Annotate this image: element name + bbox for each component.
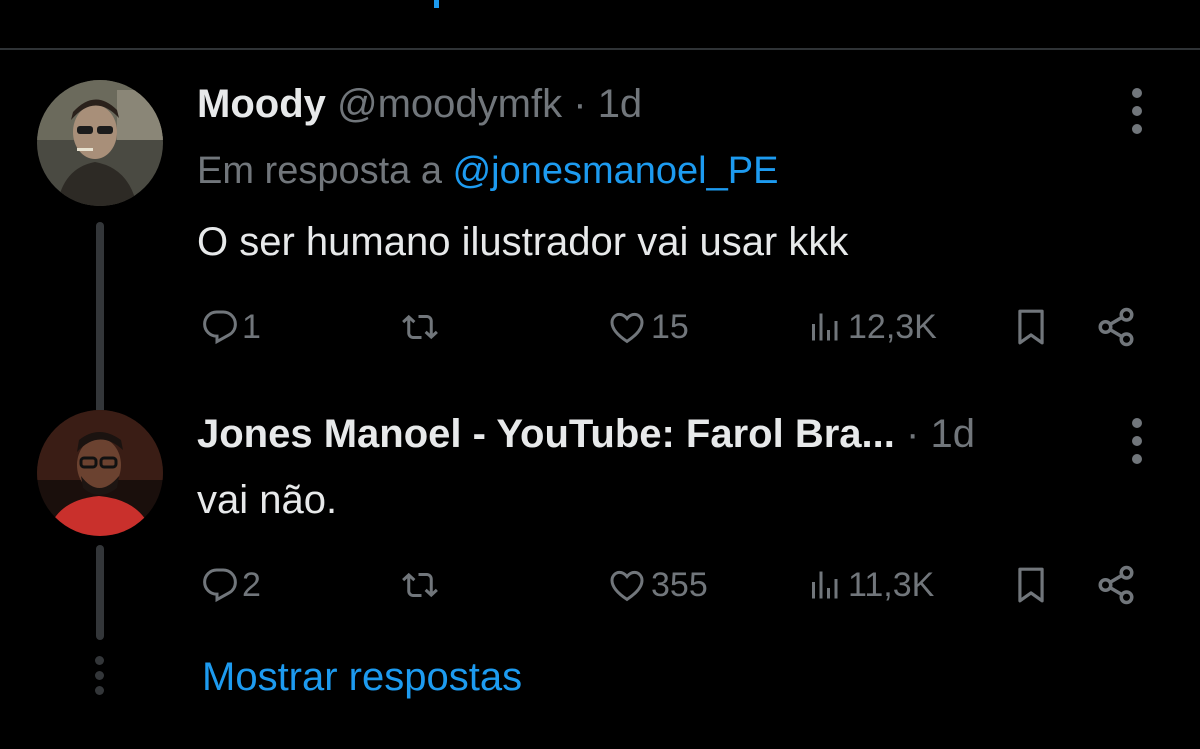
retweet-icon [402,572,438,598]
reply-count: 1 [242,307,261,346]
retweet-button[interactable] [400,560,440,610]
bookmark-icon [1018,309,1044,345]
timestamp[interactable]: 1d [598,82,643,126]
avatar[interactable] [37,410,163,536]
display-name[interactable]: Moody [197,82,326,126]
like-count: 15 [651,307,689,346]
heart-icon [610,570,644,602]
tweet-header: Moody @moodymfk · 1d [197,80,642,128]
avatar[interactable] [37,80,163,206]
user-handle[interactable]: @moodymfk [337,82,562,126]
share-icon [1098,307,1134,347]
action-bar: 2 355 11,3K [197,560,1147,610]
share-button[interactable] [1095,302,1137,352]
like-button[interactable]: 15 [607,302,689,352]
thread-line [96,545,104,640]
more-icon[interactable] [1129,88,1145,134]
views-button[interactable]: 12,3K [804,302,937,352]
bookmark-button[interactable] [1012,302,1050,352]
views-count: 11,3K [848,565,935,604]
reply-prefix: Em resposta a [197,150,442,192]
bookmark-icon [1018,567,1044,603]
reply-button[interactable]: 2 [202,560,261,610]
show-replies-link[interactable]: Mostrar respostas [202,652,522,702]
views-icon [812,571,838,599]
separator: · [906,412,920,456]
tweet-text: vai não. [197,478,338,522]
separator: · [573,82,587,126]
reply-icon [203,568,237,603]
bookmark-button[interactable] [1012,560,1050,610]
tweet-header: Jones Manoel - YouTube: Farol Bra... · 1… [197,410,975,458]
reply-icon [203,310,237,345]
reply-button[interactable]: 1 [202,302,261,352]
retweet-button[interactable] [400,302,440,352]
tweet-jones-manoel[interactable]: Jones Manoel - YouTube: Farol Bra... · 1… [0,390,1200,660]
share-icon [1098,565,1134,605]
share-button[interactable] [1095,560,1137,610]
tweet-moody[interactable]: Moody @moodymfk · 1d Em resposta a @jone… [0,50,1200,452]
heart-icon [610,312,644,344]
views-button[interactable]: 11,3K [804,560,934,610]
mention-link[interactable]: @jonesmanoel_PE [453,150,779,192]
reply-count: 2 [242,565,261,604]
like-button[interactable]: 355 [607,560,708,610]
tweet-text: O ser humano ilustrador vai usar kkk [197,220,849,264]
thread-continuation-icon [95,656,104,695]
action-bar: 1 15 12,3K [197,302,1147,352]
timestamp[interactable]: 1d [930,412,975,456]
more-icon[interactable] [1129,418,1145,464]
like-count: 355 [651,565,708,604]
views-count: 12,3K [848,307,937,346]
retweet-icon [402,314,438,340]
display-name[interactable]: Jones Manoel - YouTube: Farol Bra... [197,412,895,456]
views-icon [812,313,838,341]
reply-context: Em resposta a @jonesmanoel_PE [197,148,778,194]
previous-tweet-thread-stub [434,0,439,8]
